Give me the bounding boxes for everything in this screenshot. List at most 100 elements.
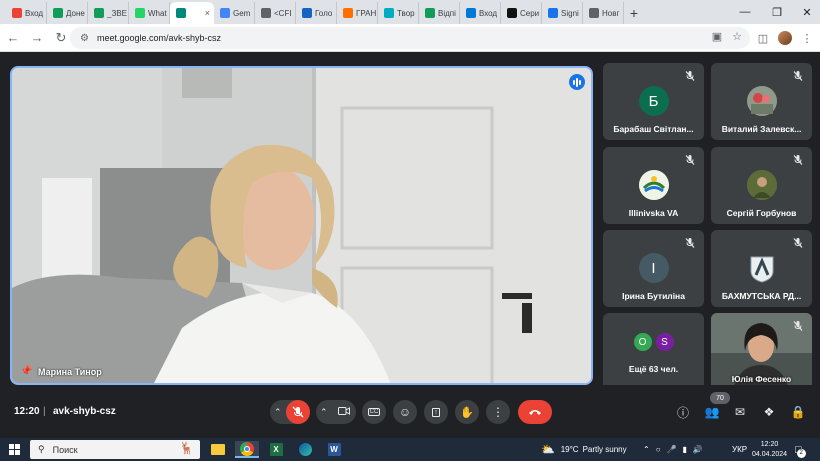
- mic-muted-icon: [792, 153, 804, 165]
- network-icon[interactable]: ○: [656, 445, 661, 454]
- reload-icon[interactable]: ↻: [50, 27, 72, 49]
- tab-label: ГРАН: [356, 8, 377, 18]
- chrome-taskbar-icon[interactable]: [235, 441, 259, 458]
- pin-icon[interactable]: 📌: [20, 366, 32, 377]
- browser-tab[interactable]: Gem: [214, 2, 255, 24]
- browser-tab[interactable]: Вход: [6, 2, 47, 24]
- volume-icon[interactable]: 🔊: [693, 445, 703, 454]
- tab-label: Gem: [233, 8, 251, 18]
- participant-name: Ещё 63 чел.: [628, 364, 679, 374]
- tray-chevron-icon[interactable]: ⌃: [643, 445, 650, 454]
- site-info-icon[interactable]: ⚙: [80, 33, 89, 44]
- browser-tab[interactable]: Signi: [542, 2, 583, 24]
- mic-off-icon[interactable]: [286, 400, 310, 424]
- camera-control: ⌃: [316, 400, 356, 424]
- camera-options-chevron-icon[interactable]: ⌃: [320, 407, 328, 418]
- camera-icon[interactable]: [338, 406, 350, 419]
- tab-label: Signi: [561, 8, 579, 18]
- search-icon: ⚲: [38, 444, 45, 454]
- more-options-icon[interactable]: ⋮: [486, 400, 510, 424]
- microphone-icon[interactable]: 🎤: [667, 445, 677, 454]
- leave-call-button[interactable]: [518, 400, 552, 424]
- speaker-name: Марина Тинор: [38, 367, 102, 377]
- minimize-button[interactable]: —: [730, 0, 760, 24]
- windows-taskbar: ⚲ Поиск 🦌 X W ⛅ 19°C Partly sunny ⌃ ○ 🎤 …: [0, 438, 820, 461]
- participant-tile[interactable]: Виталий Залевск...: [711, 63, 812, 140]
- browser-tab[interactable]: Відпі: [419, 2, 460, 24]
- reactions-icon[interactable]: ☺: [393, 400, 417, 424]
- avatar: O: [633, 333, 652, 351]
- participant-tile[interactable]: I Ірина Бутиліна: [603, 230, 704, 307]
- language-indicator[interactable]: УКР: [732, 438, 747, 461]
- avatar: [747, 253, 777, 283]
- tab-label: Новг: [602, 8, 620, 18]
- participant-tile[interactable]: Сергій Горбунов: [711, 147, 812, 224]
- new-tab-button[interactable]: +: [624, 2, 644, 24]
- chat-icon[interactable]: ✉: [729, 401, 751, 423]
- participant-name: Барабаш Світлан...: [613, 124, 694, 134]
- c-icon: [343, 8, 353, 18]
- participant-name: Юлія Фесенко: [731, 374, 792, 384]
- browser-tab[interactable]: Вход: [460, 2, 501, 24]
- file-explorer-icon[interactable]: [206, 441, 230, 458]
- separator: |: [43, 406, 46, 417]
- main-speaker-tile[interactable]: 📌 Марина Тинор: [10, 66, 593, 385]
- edge-icon[interactable]: [293, 441, 317, 458]
- avatar: [638, 170, 669, 200]
- profile-avatar[interactable]: [774, 27, 796, 49]
- tab-close-icon[interactable]: ×: [205, 8, 210, 18]
- participant-tile[interactable]: O S Ещё 63 чел.: [603, 313, 704, 390]
- browser-tab[interactable]: Доне: [47, 2, 88, 24]
- participant-tile[interactable]: Illinivska VA: [603, 147, 704, 224]
- forward-arrow-icon[interactable]: →: [26, 27, 48, 49]
- address-bar[interactable]: ⚙ meet.google.com/avk-shyb-csz ▣ ☆: [70, 27, 750, 49]
- side-panel-icon[interactable]: ◫: [752, 27, 774, 49]
- participant-tile[interactable]: Б Барабаш Світлан...: [603, 63, 704, 140]
- host-controls-icon[interactable]: 🔒: [787, 401, 809, 423]
- hang-up-icon: [529, 410, 541, 415]
- mic-options-chevron-icon[interactable]: ⌃: [274, 407, 282, 418]
- browser-tab[interactable]: What: [129, 2, 170, 24]
- participant-tile[interactable]: Юлія Фесенко: [711, 313, 812, 390]
- meeting-info-icon[interactable]: ⓘ: [672, 401, 694, 423]
- battery-icon[interactable]: ▮: [683, 445, 687, 454]
- browser-tab[interactable]: ×: [170, 2, 214, 24]
- cast-icon[interactable]: ▣: [712, 30, 722, 43]
- people-icon[interactable]: 👥: [701, 401, 723, 423]
- speaking-indicator-icon: [569, 74, 585, 90]
- clock[interactable]: 12:20 04.04.2024: [752, 438, 787, 461]
- excel-icon[interactable]: X: [264, 441, 288, 458]
- present-screen-icon[interactable]: ↑: [424, 400, 448, 424]
- browser-tab[interactable]: <CFI: [255, 2, 296, 24]
- bookmark-star-icon[interactable]: ☆: [732, 30, 742, 43]
- weather-description: Partly sunny: [582, 445, 627, 454]
- notification-center-icon[interactable]: □2: [795, 438, 806, 461]
- browser-tab[interactable]: Новг: [583, 2, 624, 24]
- taskbar-search[interactable]: ⚲ Поиск 🦌: [30, 440, 200, 459]
- browser-tab[interactable]: _ЗВЕ: [88, 2, 129, 24]
- avatar: [746, 170, 777, 200]
- mic-muted-icon: [792, 319, 804, 331]
- browser-toolbar: ← → ↻ ⚙ meet.google.com/avk-shyb-csz ▣ ☆: [0, 24, 820, 52]
- word-icon[interactable]: W: [322, 441, 346, 458]
- deer-illustration-icon: 🦌: [179, 441, 194, 455]
- windows-start-icon[interactable]: [9, 444, 20, 455]
- mic-muted-icon: [684, 236, 696, 248]
- browser-tab[interactable]: ГРАН: [337, 2, 378, 24]
- browser-menu-icon[interactable]: ⋮: [796, 27, 818, 49]
- browser-tab[interactable]: Сери: [501, 2, 542, 24]
- back-arrow-icon[interactable]: ←: [2, 27, 24, 49]
- raise-hand-icon[interactable]: ✋: [455, 400, 479, 424]
- captions-icon[interactable]: CC: [362, 400, 386, 424]
- avatar: I: [638, 253, 669, 283]
- activities-icon[interactable]: ❖: [758, 401, 780, 423]
- avatar: Б: [638, 86, 669, 116]
- maximize-button[interactable]: ❐: [762, 0, 792, 24]
- clock-date: 04.04.2024: [752, 450, 788, 458]
- browser-tab[interactable]: Голо: [296, 2, 337, 24]
- window-close-button[interactable]: ✕: [792, 0, 820, 24]
- weather-widget[interactable]: ⛅ 19°C Partly sunny: [541, 438, 627, 461]
- browser-tab[interactable]: Твор: [378, 2, 419, 24]
- participant-tile[interactable]: БАХМУТСЬКА РД...: [711, 230, 812, 307]
- avatar: [746, 86, 777, 116]
